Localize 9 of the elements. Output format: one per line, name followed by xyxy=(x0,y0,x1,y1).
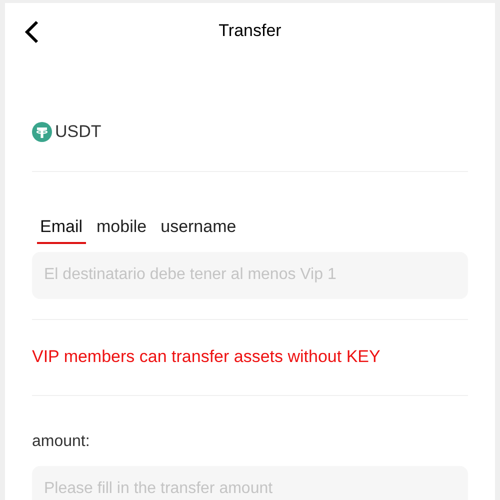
tab[interactable]: Email xyxy=(37,214,86,244)
coin-icon xyxy=(32,122,52,142)
page-title: Transfer xyxy=(218,20,282,42)
tab[interactable]: username xyxy=(160,214,236,244)
asset-name: USDT xyxy=(55,121,102,143)
back-icon xyxy=(25,20,39,44)
notice-text: VIP members can transfer assets without KEY xyxy=(32,346,380,368)
tab[interactable]: mobile xyxy=(96,214,147,244)
amount-label: amount: xyxy=(32,432,90,450)
